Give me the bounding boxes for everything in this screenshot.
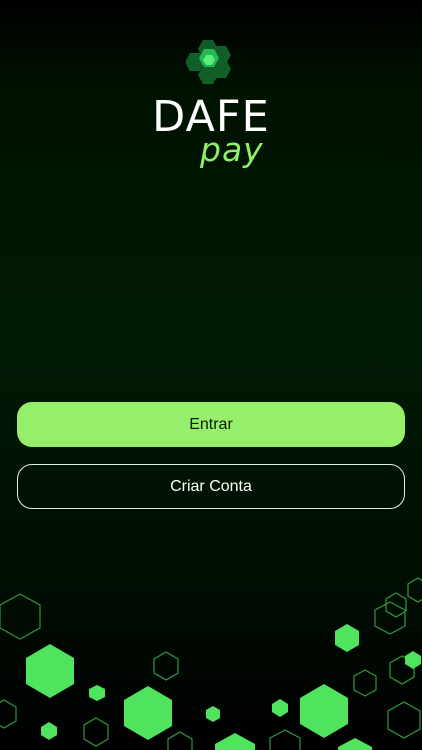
login-button[interactable]: Entrar [17,402,405,447]
hexagon-pattern-decoration [0,577,422,750]
create-account-button[interactable]: Criar Conta [17,464,405,509]
brand-logo: DAFE pay [0,38,422,168]
hexagon-cluster-icon [186,40,231,84]
brand-subword: pay [200,130,264,169]
welcome-screen: DAFE pay Entrar Criar Conta [0,0,422,750]
